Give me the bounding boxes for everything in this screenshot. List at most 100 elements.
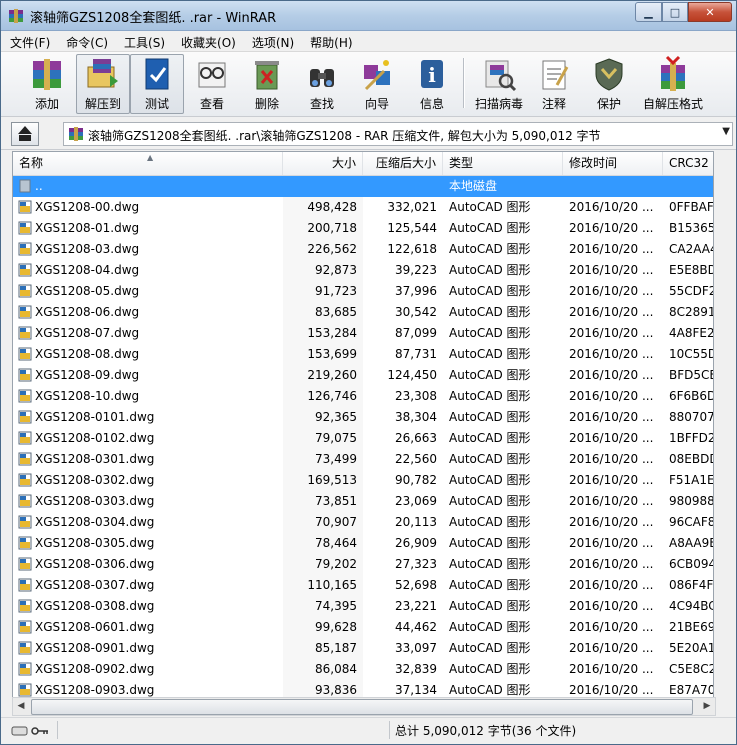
- parent-folder-row[interactable]: .. 本地磁盘: [13, 176, 713, 197]
- view-icon: [198, 62, 226, 88]
- table-row[interactable]: XGS1208-0304.dwg 70,907 20,113 AutoCAD 图形 20…: [13, 512, 713, 533]
- delete-button[interactable]: 删除: [241, 55, 293, 113]
- extract-to-button[interactable]: 解压到: [76, 54, 130, 114]
- menu-help[interactable]: 帮助(H): [301, 31, 359, 51]
- file-name: XGS1208-0307.dwg: [35, 578, 155, 592]
- file-type: AutoCAD 图形: [449, 641, 531, 655]
- table-row[interactable]: XGS1208-0308.dwg 74,395 23,221 AutoCAD 图形 20…: [13, 596, 713, 617]
- menu-tools[interactable]: 工具(S): [115, 31, 172, 51]
- scroll-right-icon[interactable]: ▶: [699, 698, 715, 714]
- wizard-label: 向导: [364, 97, 389, 111]
- winrar-app-icon: [9, 9, 23, 23]
- table-row[interactable]: XGS1208-0306.dwg 79,202 27,323 AutoCAD 图形 20…: [13, 554, 713, 575]
- file-size: 74,395: [315, 599, 357, 613]
- protect-label: 保护: [596, 97, 621, 111]
- file-type: AutoCAD 图形: [449, 221, 531, 235]
- menu-file[interactable]: 文件(F): [1, 31, 57, 51]
- file-type: AutoCAD 图形: [449, 305, 531, 319]
- file-modified: 2016/10/20 ...: [569, 683, 654, 697]
- file-modified: 2016/10/20 ...: [569, 368, 654, 382]
- minimize-button[interactable]: ▁: [635, 2, 662, 22]
- toolbar-separator: [463, 58, 465, 108]
- table-row[interactable]: XGS1208-0903.dwg 93,836 37,134 AutoCAD 图形 20…: [13, 680, 713, 697]
- file-crc: 6CB094: [669, 557, 714, 571]
- file-modified: 2016/10/20 ...: [569, 284, 654, 298]
- wizard-button[interactable]: 向导: [351, 55, 403, 113]
- file-crc: 880707: [669, 410, 714, 424]
- table-row[interactable]: XGS1208-0601.dwg 99,628 44,462 AutoCAD 图形 20…: [13, 617, 713, 638]
- file-packed: 52,698: [395, 578, 437, 592]
- status-segment-left: [57, 721, 388, 739]
- menu-commands[interactable]: 命令(C): [57, 31, 115, 51]
- view-button[interactable]: 查看: [186, 55, 238, 113]
- maximize-button[interactable]: □: [662, 2, 688, 22]
- dwg-file-icon: [18, 452, 32, 466]
- address-field[interactable]: 滚轴筛GZS1208全套图纸. .rar\滚轴筛GZS1208 - RAR 压缩…: [63, 122, 733, 146]
- scroll-left-icon[interactable]: ◀: [13, 698, 29, 714]
- file-size: 99,628: [315, 620, 357, 634]
- protect-button[interactable]: 保护: [583, 55, 635, 113]
- up-folder-button[interactable]: [11, 122, 39, 146]
- file-size: 200,718: [307, 221, 357, 235]
- list-header: 名称 ▲ 大小 压缩后大小 类型 修改时间 CRC32: [13, 152, 713, 176]
- table-row[interactable]: XGS1208-07.dwg 153,284 87,099 AutoCAD 图形 201…: [13, 323, 713, 344]
- file-list[interactable]: 名称 ▲ 大小 压缩后大小 类型 修改时间 CRC32 .. 本地磁盘 XGS120…: [12, 151, 714, 698]
- table-row[interactable]: XGS1208-0302.dwg 169,513 90,782 AutoCAD 图形 2…: [13, 470, 713, 491]
- file-type: AutoCAD 图形: [449, 599, 531, 613]
- sfx-button[interactable]: 自解压格式: [638, 55, 708, 113]
- table-row[interactable]: XGS1208-01.dwg 200,718 125,544 AutoCAD 图形 20…: [13, 218, 713, 239]
- file-name: XGS1208-08.dwg: [35, 347, 140, 361]
- table-row[interactable]: XGS1208-0901.dwg 85,187 33,097 AutoCAD 图形 20…: [13, 638, 713, 659]
- file-crc: B15365: [669, 221, 714, 235]
- file-packed: 30,542: [395, 305, 437, 319]
- status-bar: 总计 5,090,012 字节(36 个文件): [1, 717, 736, 744]
- table-row[interactable]: XGS1208-09.dwg 219,260 124,450 AutoCAD 图形 20…: [13, 365, 713, 386]
- close-button[interactable]: ✕: [688, 2, 732, 22]
- menu-favorites[interactable]: 收藏夹(O): [172, 31, 243, 51]
- maximize-icon: □: [669, 5, 681, 19]
- horizontal-scrollbar[interactable]: ◀ ▶: [12, 697, 716, 716]
- table-row[interactable]: XGS1208-0101.dwg 92,365 38,304 AutoCAD 图形 20…: [13, 407, 713, 428]
- up-arrow-icon: [18, 126, 32, 141]
- menu-options[interactable]: 选项(N): [243, 31, 301, 51]
- file-modified: 2016/10/20 ...: [569, 578, 654, 592]
- table-row[interactable]: XGS1208-03.dwg 226,562 122,618 AutoCAD 图形 20…: [13, 239, 713, 260]
- column-header-type[interactable]: 类型: [443, 152, 563, 175]
- title-bar[interactable]: 滚轴筛GZS1208全套图纸. .rar - WinRAR ▁ □ ✕: [1, 1, 736, 31]
- scrollbar-thumb[interactable]: [31, 699, 693, 715]
- file-packed: 33,097: [395, 641, 437, 655]
- file-type: AutoCAD 图形: [449, 200, 531, 214]
- table-row[interactable]: XGS1208-0303.dwg 73,851 23,069 AutoCAD 图形 20…: [13, 491, 713, 512]
- virus-scan-button[interactable]: 扫描病毒: [471, 55, 527, 113]
- file-type: AutoCAD 图形: [449, 494, 531, 508]
- dwg-file-icon: [18, 641, 32, 655]
- table-row[interactable]: XGS1208-10.dwg 126,746 23,308 AutoCAD 图形 201…: [13, 386, 713, 407]
- test-button[interactable]: 测试: [130, 54, 184, 114]
- table-row[interactable]: XGS1208-0301.dwg 73,499 22,560 AutoCAD 图形 20…: [13, 449, 713, 470]
- table-row[interactable]: XGS1208-08.dwg 153,699 87,731 AutoCAD 图形 201…: [13, 344, 713, 365]
- file-type: AutoCAD 图形: [449, 557, 531, 571]
- info-button[interactable]: i 信息: [406, 55, 458, 113]
- winrar-window: 滚轴筛GZS1208全套图纸. .rar - WinRAR ▁ □ ✕ 文件(F…: [0, 0, 737, 745]
- column-header-packed[interactable]: 压缩后大小: [363, 152, 443, 175]
- column-header-crc32[interactable]: CRC32: [663, 152, 713, 175]
- table-row[interactable]: XGS1208-0305.dwg 78,464 26,909 AutoCAD 图形 20…: [13, 533, 713, 554]
- column-header-modified[interactable]: 修改时间: [563, 152, 663, 175]
- add-button[interactable]: 添加: [21, 55, 73, 113]
- file-name: XGS1208-0304.dwg: [35, 515, 155, 529]
- table-row[interactable]: XGS1208-0902.dwg 86,084 32,839 AutoCAD 图形 20…: [13, 659, 713, 680]
- table-row[interactable]: XGS1208-00.dwg 498,428 332,021 AutoCAD 图形 20…: [13, 197, 713, 218]
- table-row[interactable]: XGS1208-06.dwg 83,685 30,542 AutoCAD 图形 2016…: [13, 302, 713, 323]
- table-row[interactable]: XGS1208-05.dwg 91,723 37,996 AutoCAD 图形 2016…: [13, 281, 713, 302]
- dwg-file-icon: [18, 473, 32, 487]
- table-row[interactable]: XGS1208-0307.dwg 110,165 52,698 AutoCAD 图形 2…: [13, 575, 713, 596]
- extract-to-label: 解压到: [84, 97, 121, 111]
- find-button[interactable]: 查找: [296, 55, 348, 113]
- table-row[interactable]: XGS1208-0102.dwg 79,075 26,663 AutoCAD 图形 20…: [13, 428, 713, 449]
- comment-button[interactable]: 注释: [528, 55, 580, 113]
- table-row[interactable]: XGS1208-04.dwg 92,873 39,223 AutoCAD 图形 2016…: [13, 260, 713, 281]
- file-crc: 21BE69: [669, 620, 714, 634]
- column-header-size[interactable]: 大小: [283, 152, 363, 175]
- file-type: AutoCAD 图形: [449, 431, 531, 445]
- chevron-down-icon[interactable]: ▼: [722, 126, 730, 137]
